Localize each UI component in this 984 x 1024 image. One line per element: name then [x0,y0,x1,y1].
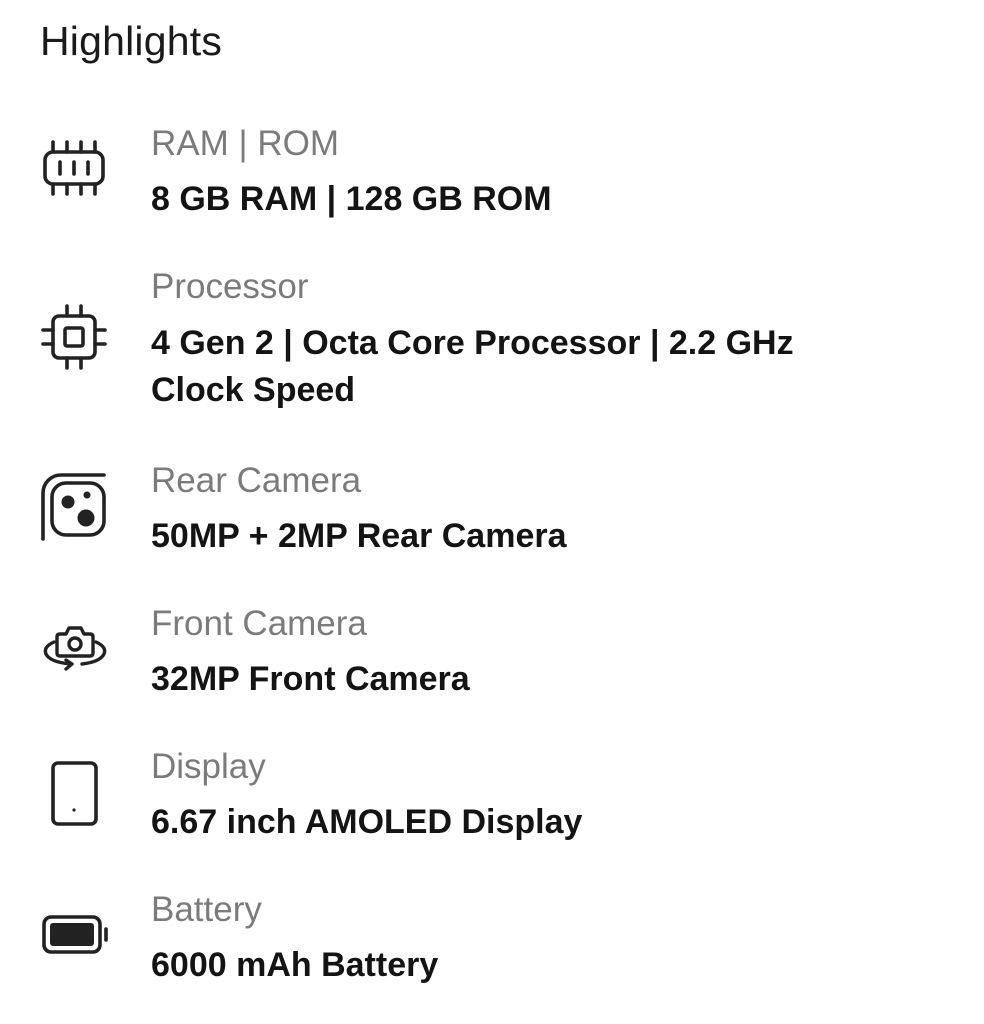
ram-chip-icon [40,134,110,204]
phone-display-icon [40,759,110,829]
battery-icon [40,900,110,970]
section-title: Highlights [40,18,223,64]
spec-value: 6.67 inch AMOLED Display [151,803,583,841]
spec-label: Processor [151,267,309,306]
spec-label: Battery [151,890,262,929]
front-camera-icon [40,612,110,682]
spec-label: Display [151,747,266,786]
spec-value: 6000 mAh Battery [151,946,439,984]
spec-label: RAM | ROM [151,124,339,163]
spec-label: Rear Camera [151,461,362,500]
processor-chip-icon [40,303,110,373]
spec-value: 4 Gen 2 | Octa Core Processor | 2.2 GHz … [151,324,794,409]
spec-value: 8 GB RAM | 128 GB ROM [151,180,552,218]
rear-camera-icon [40,471,110,541]
spec-label: Front Camera [151,604,367,643]
spec-value: 32MP Front Camera [151,660,470,698]
spec-value: 50MP + 2MP Rear Camera [151,517,567,555]
